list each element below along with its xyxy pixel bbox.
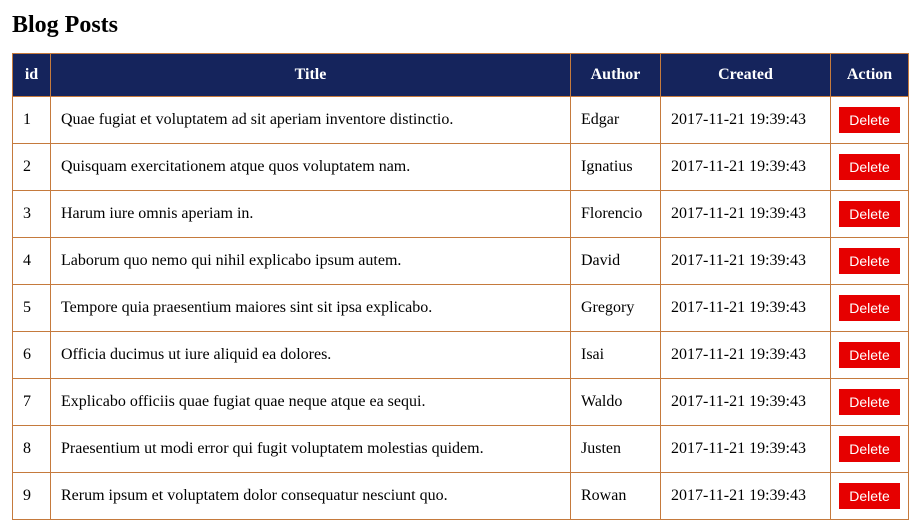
cell-author: Justen bbox=[571, 426, 661, 473]
table-row: 2Quisquam exercitationem atque quos volu… bbox=[13, 144, 909, 191]
cell-title: Praesentium ut modi error qui fugit volu… bbox=[51, 426, 571, 473]
cell-author: David bbox=[571, 238, 661, 285]
table-row: 3Harum iure omnis aperiam in.Florencio20… bbox=[13, 191, 909, 238]
column-header-action: Action bbox=[831, 54, 909, 97]
delete-button[interactable]: Delete bbox=[839, 483, 899, 509]
table-header-row: id Title Author Created Action bbox=[13, 54, 909, 97]
cell-author: Ignatius bbox=[571, 144, 661, 191]
delete-button[interactable]: Delete bbox=[839, 248, 899, 274]
cell-action: Delete bbox=[831, 238, 909, 285]
cell-action: Delete bbox=[831, 285, 909, 332]
cell-created: 2017-11-21 19:39:43 bbox=[661, 285, 831, 332]
delete-button[interactable]: Delete bbox=[839, 436, 899, 462]
cell-id: 3 bbox=[13, 191, 51, 238]
delete-button[interactable]: Delete bbox=[839, 342, 899, 368]
cell-action: Delete bbox=[831, 379, 909, 426]
cell-id: 8 bbox=[13, 426, 51, 473]
column-header-title: Title bbox=[51, 54, 571, 97]
cell-action: Delete bbox=[831, 332, 909, 379]
cell-created: 2017-11-21 19:39:43 bbox=[661, 379, 831, 426]
column-header-id: id bbox=[13, 54, 51, 97]
cell-author: Edgar bbox=[571, 97, 661, 144]
cell-id: 1 bbox=[13, 97, 51, 144]
cell-author: Waldo bbox=[571, 379, 661, 426]
cell-author: Isai bbox=[571, 332, 661, 379]
cell-title: Harum iure omnis aperiam in. bbox=[51, 191, 571, 238]
cell-id: 4 bbox=[13, 238, 51, 285]
delete-button[interactable]: Delete bbox=[839, 295, 899, 321]
column-header-created: Created bbox=[661, 54, 831, 97]
table-row: 7Explicabo officiis quae fugiat quae neq… bbox=[13, 379, 909, 426]
delete-button[interactable]: Delete bbox=[839, 154, 899, 180]
cell-id: 2 bbox=[13, 144, 51, 191]
cell-action: Delete bbox=[831, 473, 909, 520]
cell-created: 2017-11-21 19:39:43 bbox=[661, 144, 831, 191]
cell-action: Delete bbox=[831, 191, 909, 238]
posts-table: id Title Author Created Action 1Quae fug… bbox=[12, 53, 909, 520]
cell-action: Delete bbox=[831, 426, 909, 473]
cell-created: 2017-11-21 19:39:43 bbox=[661, 473, 831, 520]
cell-title: Explicabo officiis quae fugiat quae nequ… bbox=[51, 379, 571, 426]
cell-author: Florencio bbox=[571, 191, 661, 238]
cell-title: Quisquam exercitationem atque quos volup… bbox=[51, 144, 571, 191]
cell-id: 5 bbox=[13, 285, 51, 332]
cell-id: 6 bbox=[13, 332, 51, 379]
table-row: 8Praesentium ut modi error qui fugit vol… bbox=[13, 426, 909, 473]
cell-created: 2017-11-21 19:39:43 bbox=[661, 332, 831, 379]
column-header-author: Author bbox=[571, 54, 661, 97]
cell-action: Delete bbox=[831, 144, 909, 191]
delete-button[interactable]: Delete bbox=[839, 389, 899, 415]
table-row: 1Quae fugiat et voluptatem ad sit aperia… bbox=[13, 97, 909, 144]
cell-action: Delete bbox=[831, 97, 909, 144]
cell-title: Tempore quia praesentium maiores sint si… bbox=[51, 285, 571, 332]
cell-title: Laborum quo nemo qui nihil explicabo ips… bbox=[51, 238, 571, 285]
cell-id: 7 bbox=[13, 379, 51, 426]
cell-title: Quae fugiat et voluptatem ad sit aperiam… bbox=[51, 97, 571, 144]
cell-created: 2017-11-21 19:39:43 bbox=[661, 97, 831, 144]
table-row: 6Officia ducimus ut iure aliquid ea dolo… bbox=[13, 332, 909, 379]
cell-created: 2017-11-21 19:39:43 bbox=[661, 191, 831, 238]
table-row: 4Laborum quo nemo qui nihil explicabo ip… bbox=[13, 238, 909, 285]
delete-button[interactable]: Delete bbox=[839, 107, 899, 133]
cell-id: 9 bbox=[13, 473, 51, 520]
cell-created: 2017-11-21 19:39:43 bbox=[661, 238, 831, 285]
cell-title: Officia ducimus ut iure aliquid ea dolor… bbox=[51, 332, 571, 379]
table-row: 9Rerum ipsum et voluptatem dolor consequ… bbox=[13, 473, 909, 520]
table-row: 5Tempore quia praesentium maiores sint s… bbox=[13, 285, 909, 332]
cell-title: Rerum ipsum et voluptatem dolor consequa… bbox=[51, 473, 571, 520]
page-title: Blog Posts bbox=[12, 12, 909, 39]
cell-author: Gregory bbox=[571, 285, 661, 332]
delete-button[interactable]: Delete bbox=[839, 201, 899, 227]
cell-created: 2017-11-21 19:39:43 bbox=[661, 426, 831, 473]
cell-author: Rowan bbox=[571, 473, 661, 520]
